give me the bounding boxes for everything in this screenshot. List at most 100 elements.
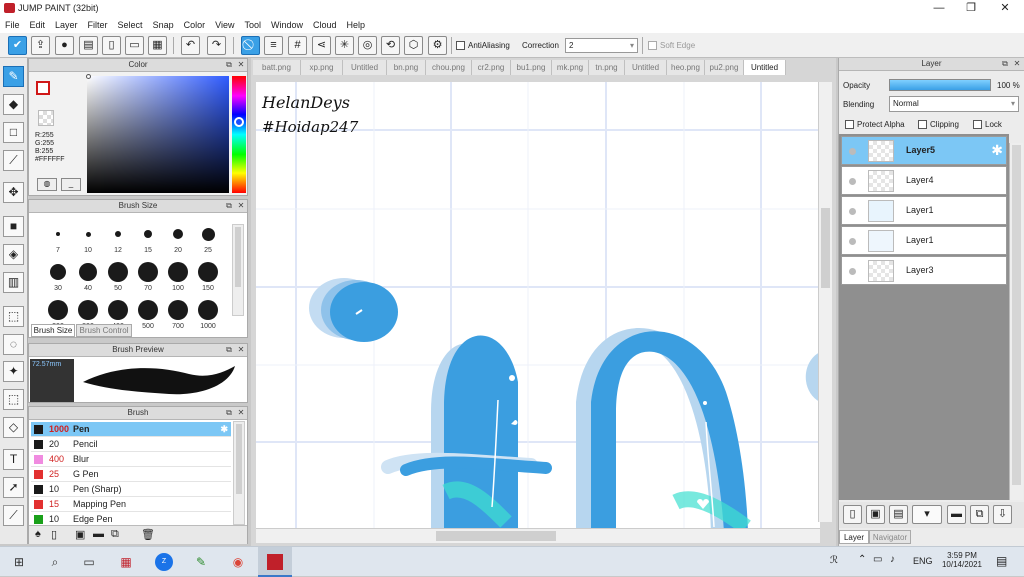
brush-item[interactable]: 25 G Pen [31,467,231,482]
new-halftone-layer-icon[interactable]: ▤ [889,505,908,524]
scroll-thumb[interactable] [1012,145,1021,485]
curve-snap-icon[interactable]: ⟲ [381,36,400,55]
jump-paint-taskbar-button[interactable] [258,547,292,577]
document-tab[interactable]: mk.png [552,60,589,75]
tab-brush-control[interactable]: Brush Control [76,324,132,337]
operation-tool-icon[interactable]: ➚ [3,477,24,498]
gear-icon[interactable]: ✱ [991,142,1003,159]
merge-layer-icon[interactable]: ⇩ [993,505,1012,524]
menu-file[interactable]: File [0,17,25,33]
document-tab[interactable]: batt.png [253,60,301,75]
close-icon[interactable]: ✕ [236,201,246,211]
export-icon[interactable]: ⇪ [31,36,50,55]
scroll-thumb[interactable] [236,424,242,494]
minimize-button[interactable]: — [924,0,954,17]
hue-cursor[interactable] [234,117,244,127]
new-layer-icon[interactable]: ▯ [843,505,862,524]
antialiasing-checkbox[interactable] [456,41,465,51]
brush-size-dot[interactable] [78,300,98,320]
mushroom-icon[interactable]: ♠ [35,528,41,540]
network-icon[interactable]: ▭ [873,554,882,565]
vanishing-snap-icon[interactable]: ⋖ [312,36,331,55]
document-tab[interactable]: Untitled [343,60,387,75]
sv-cursor[interactable] [86,74,91,79]
brush-size-dot[interactable] [168,262,188,282]
brush-size-dot[interactable] [50,264,66,280]
close-button[interactable]: ✕ [990,0,1020,17]
close-icon[interactable]: ✕ [236,408,246,418]
brush-item[interactable]: 10 Pen (Sharp) [31,482,231,497]
page-icon[interactable]: ▭ [125,36,144,55]
shape-snap-icon[interactable]: ⬡ [404,36,423,55]
document-tab[interactable]: Untitled [744,60,786,75]
opacity-slider[interactable] [889,79,991,91]
brush-size-dot[interactable] [108,262,128,282]
layer-row[interactable]: Layer3 [841,256,1007,285]
visibility-eye-icon[interactable] [849,238,856,245]
brush-list-scrollbar[interactable] [233,421,245,525]
maximize-button[interactable]: ❐ [956,0,986,17]
brush-size-dot[interactable] [56,232,60,236]
scroll-thumb[interactable] [436,531,556,541]
brush-size-dot[interactable] [108,300,128,320]
menu-tool[interactable]: Tool [239,17,266,33]
layer-row[interactable]: Layer5 ✱ [841,136,1007,165]
comment-icon[interactable]: ● [55,36,74,55]
protect-alpha-checkbox[interactable] [845,120,854,130]
detach-icon[interactable]: ⧉ [224,345,234,355]
crosshatch-snap-icon[interactable]: # [288,36,307,55]
snap-off-icon[interactable]: ⃠ [241,36,260,55]
brush-size-dot[interactable] [79,263,97,281]
menu-window[interactable]: Window [266,17,308,33]
canvas-horizontal-scrollbar[interactable] [256,528,820,543]
document-tab[interactable]: Untitled [625,60,667,75]
move-tool-icon[interactable]: ✥ [3,182,24,203]
chrome-icon[interactable]: ◉ [229,553,247,571]
layer-row[interactable]: Layer4 [841,166,1007,195]
rect-select-tool-icon[interactable]: □ [3,122,24,143]
windows-start-icon[interactable]: ⊞ [10,553,28,571]
saturation-value-picker[interactable] [87,76,229,193]
brush-size-dot[interactable] [138,300,158,320]
task-view-icon[interactable]: ▭ [80,553,98,571]
document-tab[interactable]: tn.png [589,60,625,75]
menu-layer[interactable]: Layer [50,17,83,33]
brush-size-dot[interactable] [198,300,218,320]
redo-icon[interactable]: ↷ [207,36,226,55]
folder-icon[interactable]: ▬ [93,528,104,540]
eraser-tool-icon[interactable]: ◆ [3,94,24,115]
tab-layer[interactable]: Layer [839,530,869,544]
zalo-icon[interactable]: Z [155,553,173,571]
lock-option[interactable]: Lock [973,120,1002,130]
palette-icon[interactable]: ◍ [37,178,57,191]
brush-size-scrollbar[interactable] [232,224,244,316]
cloud-icon[interactable]: ✔ [8,36,27,55]
grid-settings-icon[interactable]: ▦ [148,36,167,55]
snap-settings-icon[interactable]: ⚙ [428,36,447,55]
lasso-tool-icon[interactable]: ◌ [3,334,24,355]
protect-alpha-option[interactable]: Protect Alpha [845,120,905,130]
hue-slider[interactable] [232,76,246,193]
pen-tool-icon[interactable]: ✎ [3,66,24,87]
document-tab[interactable]: bu1.png [511,60,552,75]
eyedropper-tool-icon[interactable]: ⟋ [3,505,24,526]
document-tab[interactable]: chou.png [426,60,472,75]
close-icon[interactable]: ✕ [1012,59,1022,69]
brush-item[interactable]: 1000 Pen ✱ [31,422,231,437]
document-tab[interactable]: cr2.png [472,60,511,75]
menu-view[interactable]: View [210,17,239,33]
document-tab[interactable]: bn.png [387,60,426,75]
menu-select[interactable]: Select [113,17,148,33]
circle-snap-icon[interactable]: ◎ [358,36,377,55]
brush-size-dot[interactable] [85,231,91,237]
softedge-checkbox[interactable] [648,41,657,51]
correction-select[interactable]: 2 ▾ [565,38,638,53]
gear-icon[interactable]: ✱ [220,422,228,437]
brush-item[interactable]: 20 Pencil [31,437,231,452]
text-tool-icon[interactable]: T [3,449,24,470]
tab-navigator[interactable]: Navigator [869,530,911,544]
fill-rect-tool-icon[interactable]: ■ [3,216,24,237]
layer-type-dropdown[interactable]: ▾ [912,505,942,524]
close-icon[interactable]: ✕ [236,345,246,355]
clipping-option[interactable]: Clipping [918,120,959,130]
